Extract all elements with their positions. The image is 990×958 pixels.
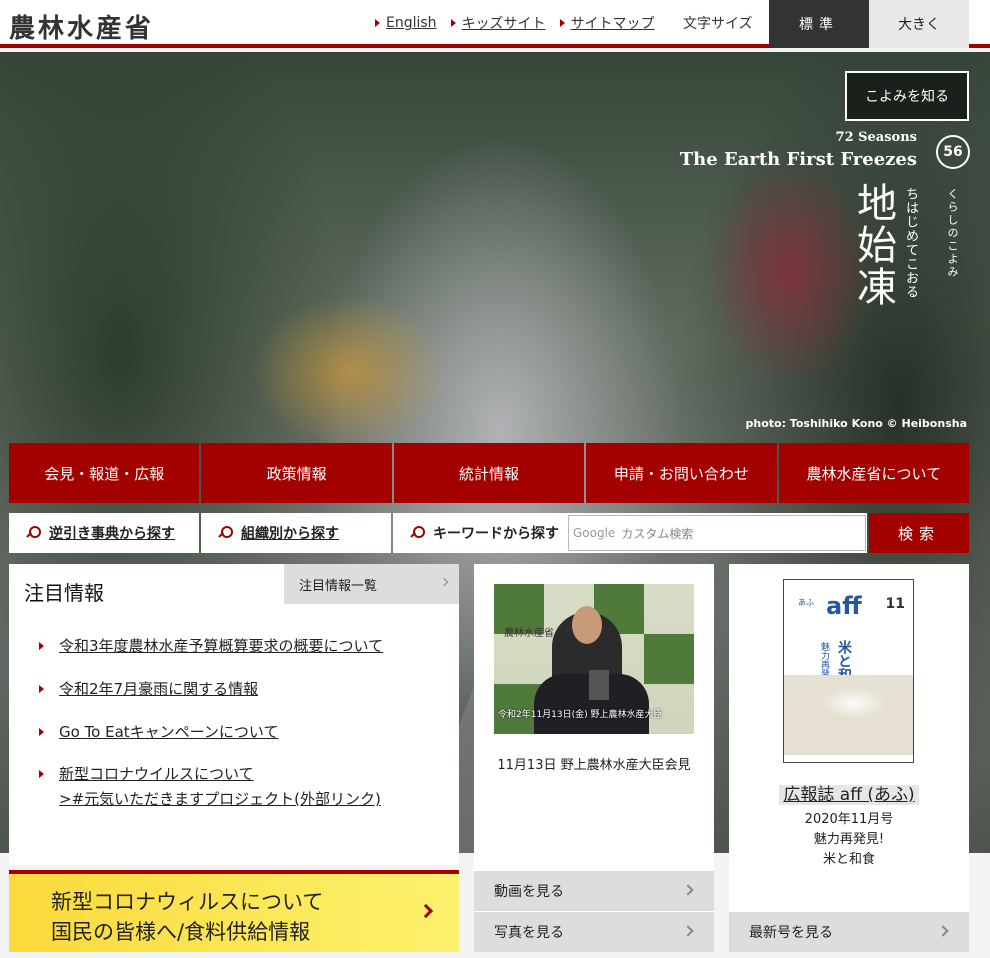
aff-title[interactable]: 広報誌 aff (あふ) (729, 780, 969, 805)
list-item[interactable]: 新型コロナウイルスについて >#元気いただきますプロジェクト(外部リンク) (37, 762, 447, 812)
kurashi-label: くらしのこよみ (946, 188, 959, 279)
aff-topic2: 米と和食 (822, 852, 875, 867)
featured-title: 注目情報 (24, 581, 104, 605)
press-card: 農林水産省 令和2年11月13日(金) 野上農林水産大臣 11月13日 野上農林… (474, 564, 714, 952)
google-logo: Google (573, 526, 616, 540)
season-label-small: 72 Seasons (835, 130, 917, 145)
list-item[interactable]: 令和2年7月豪雨に関する情報 (37, 677, 447, 702)
link-sitemap[interactable]: サイトマップ (559, 13, 655, 33)
font-large-button[interactable]: 大きく (869, 0, 969, 48)
arrow-icon (375, 19, 380, 27)
covid-banner-line2[interactable]: 国民の皆様へ/食料供給情報 (51, 916, 310, 946)
search-button[interactable]: 検索 (869, 513, 969, 553)
aff-issue: 2020年11月号 (804, 812, 894, 827)
nav-policy[interactable]: 政策情報 (201, 443, 392, 503)
photo-credit: photo: Toshihiko Kono © Heibonsha (745, 417, 968, 430)
font-standard-button[interactable]: 標準 (769, 0, 869, 48)
season-reading: ちはじめてこおる (903, 187, 918, 299)
arrow-icon (39, 727, 44, 736)
font-size-label: 文字サイズ (683, 16, 753, 32)
photo-bg-tile (644, 634, 694, 684)
photo-sign: 農林水産省 (504, 628, 554, 639)
chevron-right-icon (682, 884, 694, 896)
arrow-icon (559, 19, 565, 27)
aff-cover-issue: 11 (885, 596, 905, 612)
aff-cover-brand: aff (826, 592, 862, 620)
nav-application[interactable]: 申請・お問い合わせ (586, 443, 777, 503)
watch-video-button[interactable]: 動画を見る (474, 871, 714, 911)
nav-about[interactable]: 農林水産省について (778, 443, 970, 503)
arrow-icon (39, 684, 44, 693)
search-placeholder: カスタム検索 (621, 526, 694, 541)
season-kanji: 地始凍 (850, 182, 896, 308)
list-item[interactable]: Go To Eatキャンペーンについて (37, 720, 447, 745)
view-photos-button[interactable]: 写真を見る (474, 912, 714, 952)
search-input[interactable]: Google カスタム検索 (568, 515, 866, 551)
link-english[interactable]: English (375, 13, 437, 33)
latest-issue-button[interactable]: 最新号を見る (729, 912, 969, 952)
covid-banner[interactable]: 新型コロナウィルスについて 国民の皆様へ/食料供給情報 (9, 870, 459, 952)
arrow-icon (450, 19, 456, 27)
main-nav: 会見・報道・広報 政策情報 統計情報 申請・お問い合わせ 農林水産省について (9, 443, 970, 503)
koyomi-button[interactable]: こよみを知る (845, 71, 969, 121)
nav-press[interactable]: 会見・報道・広報 (9, 443, 200, 503)
rice-bowl-illustration (784, 675, 913, 755)
site-logo[interactable]: 農林水産省 (9, 8, 154, 45)
aff-topic1: 魅力再発見! (813, 832, 885, 847)
sub-link[interactable]: >#元気いただきますプロジェクト(外部リンク) (59, 790, 381, 808)
link-kids[interactable]: キッズサイト (450, 13, 546, 33)
search-by-org[interactable]: 組織別から探す (201, 513, 391, 553)
arrow-icon (39, 642, 44, 650)
nav-statistics[interactable]: 統計情報 (393, 443, 585, 503)
featured-list: 令和3年度農林水産予算概算要求の概要について 令和2年7月豪雨に関する情報 Go… (37, 634, 447, 830)
search-icon (27, 526, 41, 540)
covid-banner-line1[interactable]: 新型コロナウィルスについて (51, 886, 323, 916)
press-title[interactable]: 11月13日 野上農林水産大臣会見 (474, 754, 714, 773)
search-icon (219, 526, 233, 540)
search-icon (411, 526, 425, 540)
search-by-index[interactable]: 逆引き事典から探す (9, 513, 199, 553)
featured-more-button[interactable]: 注目情報一覧 (284, 564, 459, 604)
chevron-right-icon (439, 577, 449, 587)
aff-cover-image[interactable]: あふ aff 11 魅力再発見! 米と和食 (783, 579, 914, 763)
chevron-right-icon (418, 903, 434, 919)
press-photo[interactable]: 農林水産省 令和2年11月13日(金) 野上農林水産大臣 (494, 584, 694, 734)
list-item[interactable]: 令和3年度農林水産予算概算要求の概要について (37, 634, 447, 659)
chevron-right-icon (682, 925, 694, 937)
season-number-badge: 56 (936, 135, 970, 169)
top-links: English キッズサイト サイトマップ (375, 13, 655, 33)
featured-panel: 注目情報 注目情報一覧 令和3年度農林水産予算概算要求の概要について 令和2年7… (9, 564, 459, 865)
chevron-right-icon (937, 925, 949, 937)
photo-face (572, 606, 602, 644)
photo-caption: 令和2年11月13日(金) 野上農林水産大臣 (498, 710, 663, 720)
aff-cover-brand-small: あふ (798, 598, 814, 607)
aff-card: あふ aff 11 魅力再発見! 米と和食 広報誌 aff (あふ) 2020年… (729, 564, 969, 952)
arrow-icon (39, 770, 44, 779)
site-header: 農林水産省 English キッズサイト サイトマップ 文字サイズ 標準 大きく (0, 0, 990, 48)
season-title-en: The Earth First Freezes (679, 149, 917, 170)
photo-mics (589, 670, 609, 700)
